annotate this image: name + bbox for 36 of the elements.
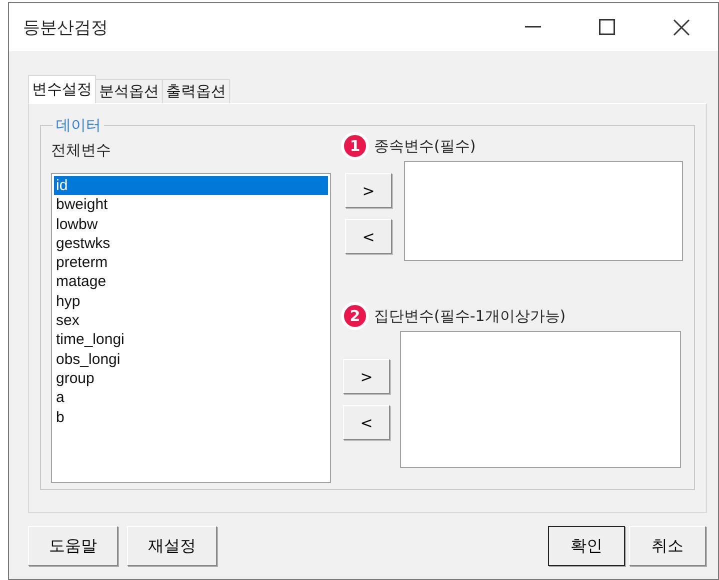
close-icon [672, 18, 690, 36]
list-item[interactable]: time_longi [54, 330, 328, 350]
remove-button[interactable]: < [345, 219, 392, 254]
dialog-button[interactable]: 취소 [629, 526, 706, 566]
list-item[interactable]: preterm [54, 253, 328, 272]
field-label: 종속변수(필수) [374, 136, 476, 156]
variable-list[interactable]: id bweight lowbw gestwks preterm matage hyp sex time_longi obs_longi group a b [51, 173, 331, 483]
list-item[interactable]: sex [54, 311, 328, 330]
list-item[interactable]: id [54, 176, 328, 196]
group-title: 데이터 [55, 116, 102, 135]
maximize-icon [599, 19, 615, 35]
tab[interactable]: 출력옵션 [162, 79, 230, 103]
field-label: 집단변수(필수-1개이상가능) [374, 306, 566, 326]
dialog-button[interactable]: 확인 [548, 526, 625, 566]
add-button[interactable]: > [345, 173, 392, 208]
list-item[interactable]: gestwks [54, 234, 328, 254]
number-badge: 2 [341, 302, 369, 330]
target-list[interactable] [400, 331, 681, 468]
dialog-button[interactable]: 도움말 [28, 526, 118, 566]
target-list[interactable] [404, 161, 683, 261]
window-title: 등분산검정 [23, 16, 109, 38]
list-item[interactable]: obs_longi [54, 350, 328, 369]
dialog-button[interactable]: 재설정 [127, 526, 217, 566]
list-item[interactable]: b [54, 408, 328, 427]
remove-button[interactable]: < [343, 405, 390, 440]
list-item[interactable]: matage [54, 272, 328, 292]
list-item[interactable]: bweight [54, 195, 328, 215]
add-button[interactable]: > [343, 359, 390, 394]
number-badge: 1 [341, 132, 369, 160]
list-item[interactable]: a [54, 388, 328, 408]
minimize-icon [525, 26, 541, 28]
list-item[interactable]: hyp [54, 292, 328, 312]
list-item[interactable]: lowbw [54, 214, 328, 234]
list-item[interactable]: group [54, 368, 328, 388]
tab[interactable]: 변수설정 [28, 75, 96, 103]
list-label: 전체변수 [51, 140, 112, 160]
